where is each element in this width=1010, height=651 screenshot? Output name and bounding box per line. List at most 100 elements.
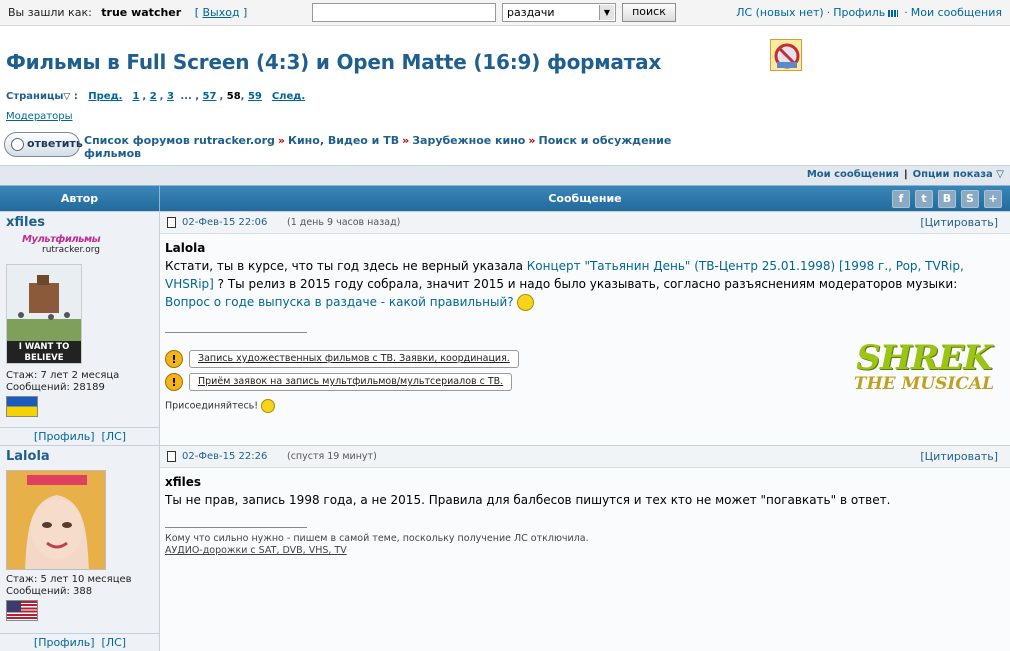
signature-item: ! Приём заявок на запись мультфильмов/мул… <box>165 373 513 393</box>
signature-divider <box>165 527 307 528</box>
reply-label: ответить <box>27 137 83 150</box>
share-plus-icon[interactable]: + <box>984 190 1002 208</box>
share-icons: f t B S + <box>887 190 1002 208</box>
search-scope-value: раздачи <box>507 6 555 19</box>
signature-divider <box>165 332 307 333</box>
posts-table-header: Автор Сообщение f t B S + <box>0 185 1010 212</box>
options-bar: Мои сообщения | Опции показа ▽ <box>0 165 1010 185</box>
page-link[interactable]: 1 <box>132 91 139 102</box>
author-stats: Стаж: 7 лет 2 месяца Сообщений: 28189 <box>6 370 119 394</box>
post-age: (спустя 19 минут) <box>287 451 377 462</box>
shrek-musical-logo: SHREK THE MUSICAL <box>848 340 1000 422</box>
usa-flag-icon <box>6 600 38 621</box>
username[interactable]: true watcher <box>101 6 181 19</box>
breadcrumb-item[interactable]: Список форумов rutracker.org <box>84 134 275 147</box>
pencil-icon <box>11 138 24 151</box>
top-links: ЛС (новых нет) · Профиль · Мои сообщения <box>736 6 1002 19</box>
current-page: 58 <box>226 91 241 102</box>
badge-site: rutracker.org <box>42 245 101 255</box>
pm-link[interactable]: [ЛС] <box>102 430 127 443</box>
breadcrumb-item[interactable]: Зарубежное кино <box>412 134 525 147</box>
login-info: Вы зашли как: true watcher [ Выход ] <box>8 6 247 19</box>
rules-link[interactable]: Вопрос о годе выпуска в раздаче - какой … <box>165 295 514 309</box>
facebook-icon[interactable]: f <box>892 190 910 208</box>
page-link[interactable]: 3 <box>167 91 174 102</box>
chevron-down-icon[interactable]: ▽ <box>996 169 1004 180</box>
login-label: Вы зашли как: <box>8 6 92 19</box>
signature-link[interactable]: Приём заявок на запись мультфильмов/муль… <box>189 373 513 391</box>
signature-text: Кому что сильно нужно - пишем в самой те… <box>165 533 589 544</box>
post-header: 02-Фев-15 22:06 (1 день 9 часов назад) [… <box>160 212 1010 234</box>
post-author-panel: Lalola Стаж: 5 лет 10 месяцев Сообщений:… <box>0 446 160 651</box>
page-link[interactable]: 57 <box>203 91 217 102</box>
top-bar: Вы зашли как: true watcher [ Выход ] раз… <box>0 0 1010 26</box>
post: xfiles Мультфильмы rutracker.org I WANT … <box>0 211 1010 445</box>
badge-title: Мультфильмы <box>22 234 101 245</box>
profile-link[interactable]: [Профиль] <box>34 636 95 649</box>
moderators-link[interactable]: Модераторы <box>6 111 72 122</box>
reply-button[interactable]: ответить <box>4 132 83 157</box>
signature-link[interactable]: АУДИО-дорожки с SAT, DVB, VHS, TV <box>165 545 347 556</box>
profile-link[interactable]: [Профиль] <box>34 430 95 443</box>
author-links: [Профиль] [ЛС] <box>0 633 160 651</box>
signature-item: ! Запись художественных фильмов с ТВ. Зая… <box>165 350 519 370</box>
pages-dropdown-icon[interactable]: ▽ <box>63 92 70 102</box>
post-header: 02-Фев-15 22:26 (спустя 19 минут) [Цитир… <box>160 446 1010 468</box>
next-page-link[interactable]: След. <box>272 91 305 102</box>
pagination: Страницы▽ : Пред. 1, 2, 3 ... , 57, 58, … <box>6 91 306 102</box>
wink-icon <box>261 399 276 413</box>
prev-page-link[interactable]: Пред. <box>88 91 122 102</box>
author-tenure: Стаж: 5 лет 10 месяцев <box>6 574 132 585</box>
join-text: Присоединяйтесь! <box>165 400 259 412</box>
pages-label: Страницы <box>6 91 64 102</box>
topic-title[interactable]: Фильмы в Full Screen (4:3) и Open Matte … <box>6 50 661 74</box>
vkontakte-icon[interactable]: B <box>938 190 956 208</box>
post-content: 02-Фев-15 22:06 (1 день 9 часов назад) [… <box>160 212 1010 445</box>
page-link[interactable]: 2 <box>150 91 157 102</box>
post-addressee: Lalola <box>165 241 206 255</box>
signature-link[interactable]: Запись художественных фильмов с ТВ. Заяв… <box>189 350 519 368</box>
post-date[interactable]: 02-Фев-15 22:06 <box>182 217 267 228</box>
signature-join: Присоединяйтесь! <box>165 399 276 413</box>
author-messages: Сообщений: 388 <box>6 586 93 597</box>
author-messages: Сообщений: 28189 <box>6 382 105 393</box>
author-nick[interactable]: xfiles <box>6 215 45 230</box>
quote-button[interactable]: [Цитировать] <box>920 450 998 463</box>
search-button[interactable]: поиск <box>622 3 676 22</box>
post-age: (1 день 9 часов назад) <box>287 217 401 228</box>
post-content: 02-Фев-15 22:26 (спустя 19 минут) [Цитир… <box>160 446 1010 651</box>
author-badge: Мультфильмы rutracker.org <box>22 234 106 260</box>
breadcrumb: Список форумов rutracker.org» Кино, Видео… <box>84 134 672 160</box>
post-doc-icon[interactable] <box>167 217 176 228</box>
post-addressee: xfiles <box>165 475 202 489</box>
chevron-down-icon[interactable]: ▼ <box>599 5 614 20</box>
author-nick[interactable]: Lalola <box>6 449 50 464</box>
post-author-panel: xfiles Мультфильмы rutracker.org I WANT … <box>0 212 160 445</box>
pm-link[interactable]: ЛС (новых нет) <box>736 6 824 19</box>
pm-link[interactable]: [ЛС] <box>102 636 127 649</box>
rutracker-logo-icon <box>770 39 802 71</box>
author-stats: Стаж: 5 лет 10 месяцев Сообщений: 388 <box>6 574 132 598</box>
post-date[interactable]: 02-Фев-15 22:26 <box>182 451 267 462</box>
quote-button[interactable]: [Цитировать] <box>920 216 998 229</box>
signature: Кому что сильно нужно - пишем в самой те… <box>165 533 589 557</box>
skype-icon[interactable]: S <box>961 190 979 208</box>
logout-link[interactable]: [ Выход ] <box>195 6 248 19</box>
search-scope-select[interactable]: раздачи ▼ <box>502 3 616 22</box>
search-input[interactable] <box>312 3 496 22</box>
post-doc-icon[interactable] <box>167 451 176 462</box>
display-options[interactable]: Опции показа <box>913 169 993 180</box>
post-text: Ты не прав, запись 1998 года, а не 2015.… <box>165 493 891 507</box>
author-links: [Профиль] [ЛС] <box>0 427 160 445</box>
profile-menu-icon[interactable] <box>888 9 899 17</box>
warning-icon: ! <box>165 350 183 368</box>
post: Lalola Стаж: 5 лет 10 месяцев Сообщений:… <box>0 445 1010 651</box>
avatar <box>6 470 106 570</box>
page-link[interactable]: 59 <box>248 91 262 102</box>
profile-link[interactable]: Профиль <box>833 6 885 19</box>
my-messages-link[interactable]: Мои сообщения <box>911 6 1002 19</box>
breadcrumb-item[interactable]: Кино, Видео и ТВ <box>288 134 399 147</box>
author-tenure: Стаж: 7 лет 2 месяца <box>6 370 120 381</box>
my-messages-option[interactable]: Мои сообщения <box>807 169 899 180</box>
twitter-icon[interactable]: t <box>915 190 933 208</box>
